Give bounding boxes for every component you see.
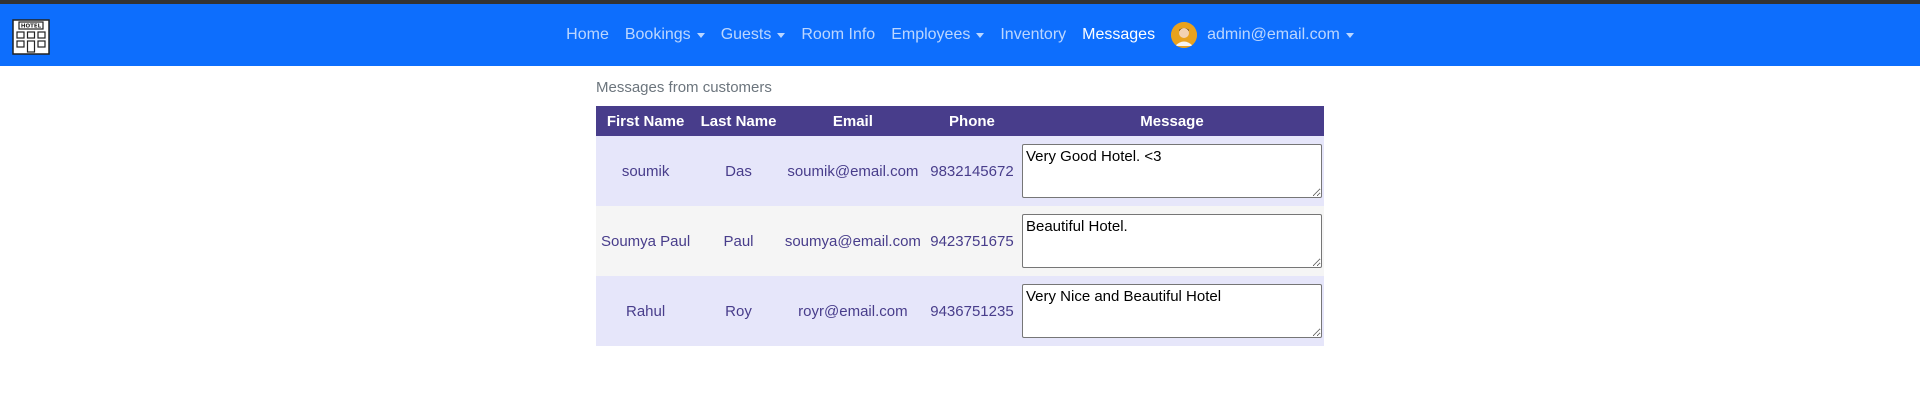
cell-first-name: Soumya Paul bbox=[596, 206, 696, 276]
cell-message bbox=[1019, 136, 1324, 206]
main-content: Messages from customers First Name Last … bbox=[596, 78, 1324, 346]
nav-employees-dropdown[interactable]: Employees bbox=[891, 26, 985, 44]
nav-employees-label: Employees bbox=[891, 26, 971, 43]
caret-down-icon bbox=[696, 32, 705, 38]
nav-guests-dropdown[interactable]: Guests bbox=[721, 26, 786, 44]
header-email: Email bbox=[781, 106, 924, 136]
svg-text:HOTEL: HOTEL bbox=[21, 24, 42, 30]
cell-phone: 9832145672 bbox=[923, 136, 1020, 206]
user-email-label: admin@email.com bbox=[1207, 26, 1340, 43]
cell-first-name: soumik bbox=[596, 136, 696, 206]
table-row: Soumya Paul Paul soumya@email.com 942375… bbox=[596, 206, 1324, 276]
table-row: Rahul Roy royr@email.com 9436751235 bbox=[596, 276, 1324, 346]
caret-down-icon bbox=[777, 32, 786, 38]
table-header-row: First Name Last Name Email Phone Message bbox=[596, 106, 1324, 136]
cell-first-name: Rahul bbox=[596, 276, 696, 346]
cell-last-name: Paul bbox=[695, 206, 782, 276]
nav-inventory-label: Inventory bbox=[1000, 26, 1067, 43]
nav-room-info-label: Room Info bbox=[801, 26, 876, 43]
header-first-name: First Name bbox=[596, 106, 696, 136]
table-row: soumik Das soumik@email.com 9832145672 bbox=[596, 136, 1324, 206]
header-last-name: Last Name bbox=[695, 106, 782, 136]
header-phone: Phone bbox=[923, 106, 1020, 136]
nav-room-info[interactable]: Room Info bbox=[801, 26, 875, 44]
nav-bookings-dropdown[interactable]: Bookings bbox=[625, 26, 705, 44]
message-textarea[interactable] bbox=[1021, 214, 1322, 268]
user-menu-dropdown[interactable]: admin@email.com bbox=[1171, 22, 1354, 48]
cell-phone: 9423751675 bbox=[923, 206, 1020, 276]
caret-down-icon bbox=[976, 32, 985, 38]
main-nav: Home Bookings Guests Room Info Employees… bbox=[558, 22, 1362, 48]
avatar bbox=[1171, 22, 1198, 48]
cell-email: soumik@email.com bbox=[781, 136, 924, 206]
hotel-icon[interactable]: HOTEL bbox=[11, 17, 51, 57]
nav-home[interactable]: Home bbox=[566, 26, 609, 44]
cell-message bbox=[1019, 276, 1324, 346]
caret-down-icon bbox=[1345, 32, 1354, 38]
message-textarea[interactable] bbox=[1021, 284, 1322, 338]
cell-last-name: Roy bbox=[695, 276, 782, 346]
header-message: Message bbox=[1019, 106, 1324, 136]
navbar: HOTEL Home Bookings Guests Room Info Emp… bbox=[0, 4, 1920, 66]
nav-bookings-label: Bookings bbox=[624, 26, 691, 43]
cell-email: royr@email.com bbox=[781, 276, 924, 346]
cell-last-name: Das bbox=[695, 136, 782, 206]
cell-message bbox=[1019, 206, 1324, 276]
nav-messages-label: Messages bbox=[1082, 26, 1156, 43]
message-textarea[interactable] bbox=[1021, 144, 1322, 198]
cell-email: soumya@email.com bbox=[781, 206, 924, 276]
nav-inventory[interactable]: Inventory bbox=[1000, 26, 1066, 44]
nav-home-label: Home bbox=[566, 26, 609, 43]
nav-guests-label: Guests bbox=[720, 26, 772, 43]
page-subtitle: Messages from customers bbox=[596, 79, 772, 96]
nav-messages[interactable]: Messages bbox=[1082, 26, 1155, 44]
cell-phone: 9436751235 bbox=[923, 276, 1020, 346]
messages-table: First Name Last Name Email Phone Message… bbox=[596, 106, 1324, 346]
